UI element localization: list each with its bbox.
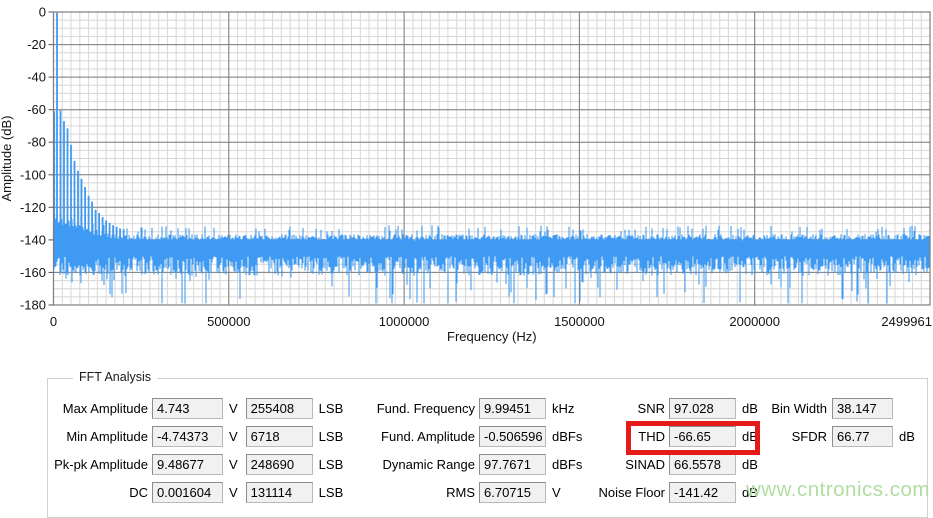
max-amplitude-lsb-unit: LSB [319,401,344,416]
svg-text:-60: -60 [27,102,46,117]
snr-unit: dB [742,401,758,416]
dc-lsb-field[interactable]: 131114 [246,482,313,503]
fund-frequency-row: Fund. Frequency 9.99451 kHz [360,394,582,422]
dynamic-range-field[interactable]: 97.7671 [479,454,546,475]
dynamic-range-label: Dynamic Range [360,457,475,472]
svg-text:2000000: 2000000 [729,314,780,329]
rms-label: RMS [360,485,475,500]
max-amplitude-v-field[interactable]: 4.743 [152,398,223,419]
svg-text:0: 0 [39,5,46,20]
x-axis-ticks: 0 500000 1000000 1500000 2000000 2499961 [50,314,932,329]
fund-amplitude-field[interactable]: -0.506596 [479,426,546,447]
bin-width-field[interactable]: 38.147 [832,398,893,419]
dynamic-range-row: Dynamic Range 97.7671 dBFs [360,450,582,478]
fundamental-column: Fund. Frequency 9.99451 kHz Fund. Amplit… [360,394,582,506]
dc-label: DC [38,485,148,500]
dc-row: DC 0.001604 V 131114 LSB [38,478,343,506]
pkpk-amplitude-v-field[interactable]: 9.48677 [152,454,223,475]
fft-analyzer-window: { "chart_data": { "type": "line", "title… [0,0,933,507]
pkpk-amplitude-v-unit: V [229,457,238,472]
rms-row: RMS 6.70715 V [360,478,582,506]
svg-text:0: 0 [50,314,57,329]
svg-text:-20: -20 [27,37,46,52]
max-amplitude-lsb-field[interactable]: 255408 [246,398,313,419]
thd-row: THD -66.65 dB [550,422,758,450]
fund-frequency-field[interactable]: 9.99451 [479,398,546,419]
dc-v-field[interactable]: 0.001604 [152,482,223,503]
svg-text:1500000: 1500000 [554,314,605,329]
max-amplitude-v-unit: V [229,401,238,416]
sinad-label: SINAD [550,457,665,472]
noise-floor-field[interactable]: -141.42 [669,482,736,503]
sinad-row: SINAD 66.5578 dB [550,450,758,478]
svg-text:-80: -80 [27,135,46,150]
noise-floor-row: Noise Floor -141.42 dB [550,478,758,506]
noise-floor-unit: dB [742,485,758,500]
y-axis-ticks: 0 -20 -40 -60 -80 -100 -120 -140 -160 -180 [20,5,54,313]
sfdr-field[interactable]: 66.77 [832,426,893,447]
snr-field[interactable]: 97.028 [669,398,736,419]
thd-label: THD [550,429,665,444]
snr-label: SNR [550,401,665,416]
sinad-field[interactable]: 66.5578 [669,454,736,475]
sfdr-unit: dB [899,429,915,444]
svg-text:-100: -100 [20,167,46,182]
dc-v-unit: V [229,485,238,500]
x-axis-title: Frequency (Hz) [447,329,537,344]
fft-analysis-title: FFT Analysis [73,370,157,384]
svg-text:500000: 500000 [207,314,250,329]
pkpk-amplitude-row: Pk-pk Amplitude 9.48677 V 248690 LSB [38,450,343,478]
bin-width-row: Bin Width 38.147 [762,394,915,422]
fund-amplitude-label: Fund. Amplitude [360,429,475,444]
noise-floor-label: Noise Floor [550,485,665,500]
min-amplitude-label: Min Amplitude [38,429,148,444]
min-amplitude-v-unit: V [229,429,238,444]
bandwidth-column: Bin Width 38.147 SFDR 66.77 dB [762,394,915,450]
sfdr-label: SFDR [762,429,827,444]
dc-lsb-unit: LSB [319,485,344,500]
svg-text:-140: -140 [20,232,46,247]
sinad-unit: dB [742,457,758,472]
svg-text:-160: -160 [20,265,46,280]
bin-width-label: Bin Width [762,401,827,416]
amplitude-column: Max Amplitude 4.743 V 255408 LSB Min Amp… [38,394,343,506]
fft-spectrum-plot: 0 -20 -40 -60 -80 -100 -120 -140 -160 -180 0 500000… [0,0,933,352]
svg-text:-180: -180 [20,298,46,313]
min-amplitude-v-field[interactable]: -4.74373 [152,426,223,447]
pkpk-amplitude-lsb-unit: LSB [319,457,344,472]
pkpk-amplitude-label: Pk-pk Amplitude [38,457,148,472]
min-amplitude-lsb-unit: LSB [319,429,344,444]
svg-text:1000000: 1000000 [379,314,430,329]
y-axis-title: Amplitude (dB) [0,116,14,202]
max-amplitude-label: Max Amplitude [38,401,148,416]
min-amplitude-lsb-field[interactable]: 6718 [246,426,313,447]
sfdr-row: SFDR 66.77 dB [762,422,915,450]
svg-text:-120: -120 [20,200,46,215]
snr-row: SNR 97.028 dB [550,394,758,422]
svg-text:2499961: 2499961 [881,314,932,329]
rms-field[interactable]: 6.70715 [479,482,546,503]
distortion-column: SNR 97.028 dB THD -66.65 dB SINAD 66.557… [550,394,758,506]
thd-field[interactable]: -66.65 [669,426,736,447]
svg-text:-40: -40 [27,70,46,85]
fund-frequency-label: Fund. Frequency [360,401,475,416]
max-amplitude-row: Max Amplitude 4.743 V 255408 LSB [38,394,343,422]
pkpk-amplitude-lsb-field[interactable]: 248690 [246,454,313,475]
fund-amplitude-row: Fund. Amplitude -0.506596 dBFs [360,422,582,450]
min-amplitude-row: Min Amplitude -4.74373 V 6718 LSB [38,422,343,450]
thd-unit: dB [742,429,758,444]
